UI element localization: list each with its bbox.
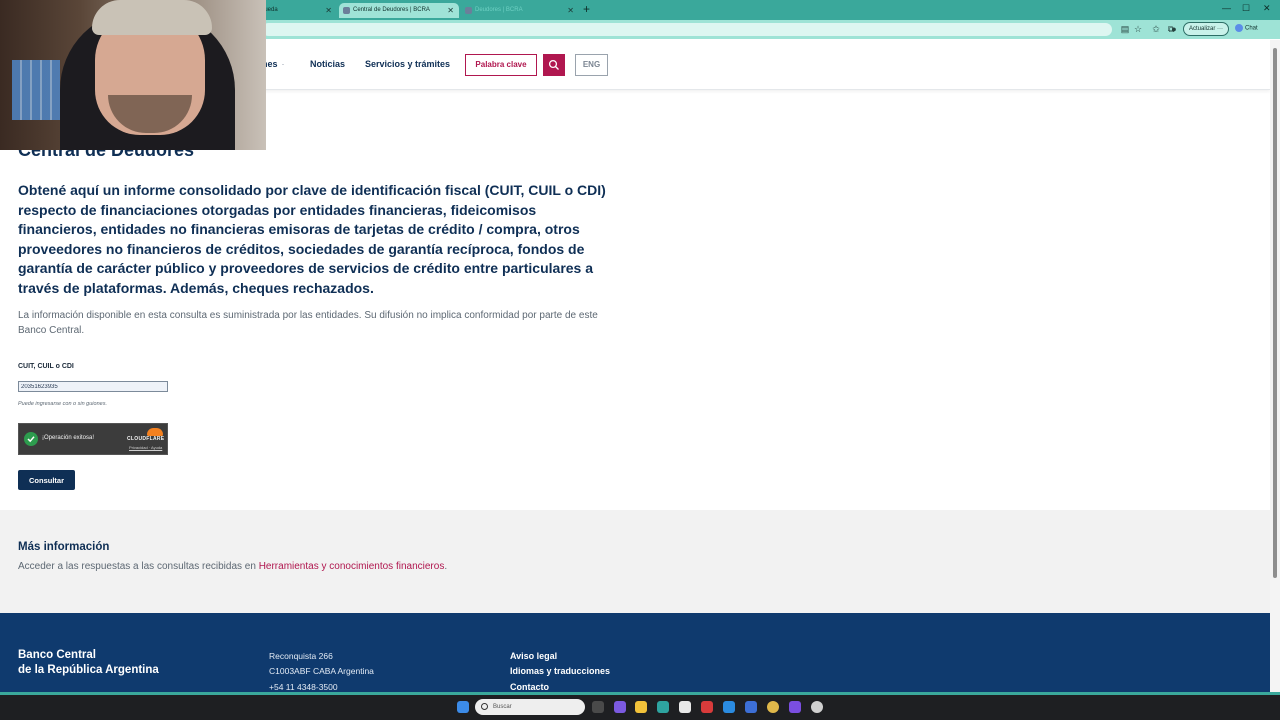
- update-button[interactable]: Actualizar ···: [1183, 22, 1229, 36]
- search-icon: [548, 59, 559, 70]
- copilot-chat-button[interactable]: Chat: [1235, 24, 1258, 32]
- taskbar: Buscar: [0, 695, 1280, 720]
- help-icon[interactable]: [723, 701, 735, 713]
- captcha-status-text: ¡Operación exitosa!: [42, 435, 95, 441]
- footer-brand-line1: Banco Central: [18, 649, 96, 661]
- file-explorer-icon[interactable]: [635, 701, 647, 713]
- success-check-icon: [24, 432, 38, 446]
- tab-title: Deudores | BCRA: [475, 7, 523, 13]
- captcha-links[interactable]: Privacidad · Ayuda: [129, 445, 162, 450]
- nav-item-servicios[interactable]: Servicios y trámites: [365, 59, 450, 69]
- more-info-title: Más información: [18, 541, 110, 553]
- obs-icon[interactable]: [811, 701, 823, 713]
- more-info-section: Más información Acceder a las respuestas…: [0, 510, 1270, 613]
- consultar-button[interactable]: Consultar: [18, 470, 75, 490]
- input-hint: Puede ingresarse con o sin guiones.: [18, 401, 107, 407]
- lead-paragraph: Obtené aquí un informe consolidado por c…: [18, 182, 606, 296]
- task-view-icon[interactable]: [592, 701, 604, 713]
- outlook-icon[interactable]: [745, 701, 757, 713]
- favicon-icon: [343, 7, 350, 14]
- more-info-end: .: [444, 561, 448, 572]
- close-tab-icon[interactable]: ✕: [567, 3, 574, 18]
- reading-view-icon[interactable]: ▤: [1120, 24, 1130, 34]
- footer-link-idiomas[interactable]: Idiomas y traducciones: [510, 664, 610, 679]
- teams-icon[interactable]: [789, 701, 801, 713]
- close-window-icon[interactable]: ✕: [1263, 3, 1271, 14]
- footer-link-aviso-legal[interactable]: Aviso legal: [510, 649, 610, 664]
- background-shelf: [12, 60, 60, 120]
- cloudflare-captcha[interactable]: ¡Operación exitosa! CLOUDFLARE Privacida…: [18, 423, 168, 455]
- maximize-icon[interactable]: ☐: [1242, 3, 1250, 14]
- chevron-down-icon: ·: [281, 59, 285, 69]
- close-tab-icon[interactable]: ✕: [325, 3, 332, 18]
- cloudflare-logo-icon: [147, 428, 163, 436]
- chrome-icon[interactable]: [767, 701, 779, 713]
- new-tab-icon[interactable]: +: [583, 2, 590, 16]
- favorite-star-icon[interactable]: ☆: [1133, 24, 1143, 34]
- copilot-app-icon[interactable]: [614, 701, 626, 713]
- footer-brand-line2: de la República Argentina: [18, 663, 159, 676]
- site-footer: Banco Central de la República Argentina …: [0, 613, 1270, 695]
- copilot-icon: [1235, 24, 1243, 32]
- scrollbar-thumb[interactable]: [1273, 48, 1277, 578]
- favicon-icon: [465, 7, 472, 14]
- footer-address: Reconquista 266 C1003ABF CABA Argentina …: [269, 649, 374, 695]
- nav-item-noticias[interactable]: Noticias: [310, 59, 345, 69]
- store-icon[interactable]: [679, 701, 691, 713]
- cloudflare-brand: CLOUDFLARE: [127, 436, 165, 442]
- keyword-search-field[interactable]: Palabra clave: [465, 54, 537, 76]
- url-field[interactable]: [262, 23, 1112, 36]
- browser-tab[interactable]: Deudores | BCRA ✕: [461, 3, 579, 18]
- search-icon: [481, 703, 488, 710]
- cuit-input[interactable]: [18, 381, 168, 392]
- taskbar-search[interactable]: Buscar: [475, 699, 585, 715]
- browser-tab-active[interactable]: Central de Deudores | BCRA ✕: [339, 3, 459, 18]
- start-icon[interactable]: [457, 701, 469, 713]
- webcam-overlay: [0, 0, 266, 150]
- footer-brand: Banco Central de la República Argentina: [18, 648, 159, 677]
- hair: [92, 0, 212, 35]
- edge-browser-icon[interactable]: [657, 701, 669, 713]
- taskbar-search-label: Buscar: [493, 704, 512, 710]
- footer-address-line: C1003ABF CABA Argentina: [269, 666, 374, 677]
- more-info-text: Acceder a las respuestas a las consultas…: [18, 561, 447, 572]
- chat-label: Chat: [1245, 25, 1258, 32]
- footer-links: Aviso legal Idiomas y traducciones Conta…: [510, 649, 610, 695]
- minimize-icon[interactable]: —: [1222, 3, 1231, 13]
- footer-address-line: Reconquista 266: [269, 651, 333, 661]
- herramientas-link[interactable]: Herramientas y conocimientos financieros: [259, 561, 445, 572]
- more-info-body: Acceder a las respuestas a las consultas…: [18, 561, 259, 572]
- profile-icon[interactable]: ●: [1169, 24, 1179, 34]
- search-button[interactable]: [543, 54, 565, 76]
- close-tab-icon[interactable]: ✕: [447, 3, 454, 18]
- disclaimer-text: La información disponible en esta consul…: [18, 310, 598, 336]
- tab-title: Central de Deudores | BCRA: [353, 7, 430, 13]
- app-red-icon[interactable]: [701, 701, 713, 713]
- favorites-icon[interactable]: ✩: [1151, 24, 1161, 34]
- cuit-field-label: CUIT, CUIL o CDI: [18, 363, 74, 370]
- language-button[interactable]: ENG: [575, 54, 608, 76]
- scrollbar[interactable]: [1270, 40, 1280, 695]
